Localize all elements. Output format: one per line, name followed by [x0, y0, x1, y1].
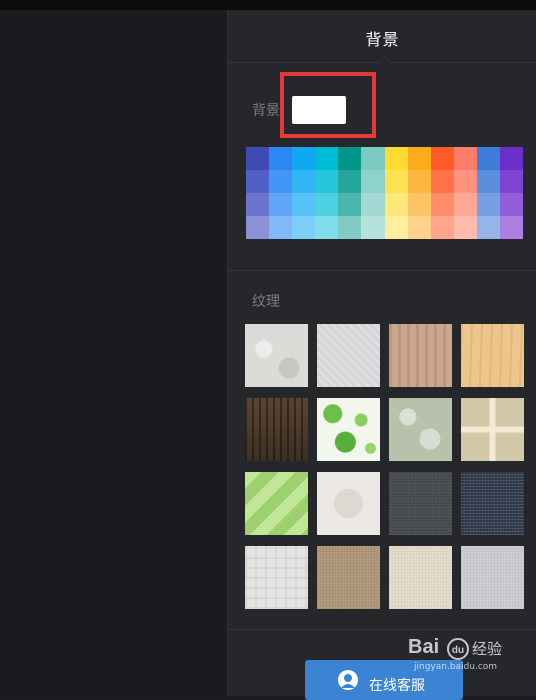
palette-color-r1-c7[interactable]	[384, 147, 408, 170]
palette-color-r3-c9[interactable]	[430, 193, 454, 216]
palette-color-r1-c5[interactable]	[338, 147, 362, 170]
white-stone-texture[interactable]	[245, 324, 308, 387]
palette-color-r2-c1[interactable]	[246, 170, 270, 193]
palette-color-r1-c12[interactable]	[499, 147, 523, 170]
palette-color-r4-c11[interactable]	[476, 216, 500, 239]
palette-color-r2-c4[interactable]	[315, 170, 339, 193]
background-label: 背景	[252, 103, 280, 119]
palette-color-r4-c3[interactable]	[292, 216, 316, 239]
user-icon	[337, 669, 359, 691]
palette-color-r1-c11[interactable]	[476, 147, 500, 170]
palette-color-r2-c9[interactable]	[430, 170, 454, 193]
palette-color-r3-c7[interactable]	[384, 193, 408, 216]
palette-color-r4-c6[interactable]	[361, 216, 385, 239]
baidu-jingyan-watermark: Bai du 经验 jingyan.baidu.com	[408, 636, 536, 676]
palette-color-r2-c6[interactable]	[361, 170, 385, 193]
palette-color-r1-c2[interactable]	[269, 147, 293, 170]
palette-color-r1-c3[interactable]	[292, 147, 316, 170]
baidu-paw-icon: du	[447, 638, 469, 660]
palette-color-r4-c1[interactable]	[246, 216, 270, 239]
palette-color-r4-c2[interactable]	[269, 216, 293, 239]
background-settings-panel: 背景 背景 纹理 在线客服 Bai du 经验 jingyan.baidu.co…	[227, 10, 536, 700]
dark-wood-texture[interactable]	[245, 398, 308, 461]
maple-wood-texture[interactable]	[461, 324, 524, 387]
watermark-brand-suffix: du	[452, 645, 464, 656]
palette-color-r1-c6[interactable]	[361, 147, 385, 170]
light-gray-linen-texture[interactable]	[461, 546, 524, 609]
palette-color-r1-c9[interactable]	[430, 147, 454, 170]
online-service-label: 在线客服	[369, 678, 425, 694]
light-oak-wood-texture[interactable]	[389, 324, 452, 387]
palette-color-r2-c2[interactable]	[269, 170, 293, 193]
palette-color-r3-c1[interactable]	[246, 193, 270, 216]
watermark-brand-left: Bai	[408, 636, 440, 658]
palette-color-r3-c8[interactable]	[407, 193, 431, 216]
palette-color-r4-c10[interactable]	[453, 216, 477, 239]
palette-color-r1-c10[interactable]	[453, 147, 477, 170]
palette-color-r2-c7[interactable]	[384, 170, 408, 193]
panel-title: 背景	[365, 30, 400, 49]
palette-color-r4-c8[interactable]	[407, 216, 431, 239]
watermark-brand-right: 经验	[472, 640, 503, 658]
palette-color-r4-c7[interactable]	[384, 216, 408, 239]
background-color-swatch[interactable]	[292, 96, 346, 124]
palette-color-r3-c12[interactable]	[499, 193, 523, 216]
dark-gray-fabric-texture[interactable]	[389, 472, 452, 535]
texture-grid	[245, 324, 524, 609]
lime-green-pattern-texture[interactable]	[245, 472, 308, 535]
palette-color-r3-c3[interactable]	[292, 193, 316, 216]
beige-brick-texture[interactable]	[461, 398, 524, 461]
green-dots-texture[interactable]	[317, 398, 380, 461]
header-caret-icon	[379, 56, 391, 63]
color-palette	[246, 147, 523, 239]
white-emboss-texture[interactable]	[317, 472, 380, 535]
navy-knit-texture[interactable]	[461, 472, 524, 535]
section-divider	[228, 270, 536, 271]
palette-color-r2-c5[interactable]	[338, 170, 362, 193]
palette-color-r3-c6[interactable]	[361, 193, 385, 216]
palette-color-r4-c4[interactable]	[315, 216, 339, 239]
palette-color-r1-c1[interactable]	[246, 147, 270, 170]
burlap-texture[interactable]	[317, 546, 380, 609]
white-linen-check-texture[interactable]	[245, 546, 308, 609]
palette-color-r3-c4[interactable]	[315, 193, 339, 216]
section-divider-bottom	[228, 629, 536, 630]
palette-color-r2-c10[interactable]	[453, 170, 477, 193]
palette-color-r4-c9[interactable]	[430, 216, 454, 239]
watermark-url: jingyan.baidu.com	[414, 662, 498, 672]
palette-color-r2-c12[interactable]	[499, 170, 523, 193]
palette-color-r3-c2[interactable]	[269, 193, 293, 216]
palette-color-r1-c8[interactable]	[407, 147, 431, 170]
palette-color-r3-c5[interactable]	[338, 193, 362, 216]
palette-color-r3-c10[interactable]	[453, 193, 477, 216]
palette-color-r1-c4[interactable]	[315, 147, 339, 170]
top-bar	[0, 0, 536, 10]
light-gray-paper-texture[interactable]	[317, 324, 380, 387]
canvas-area	[0, 10, 227, 696]
palette-color-r3-c11[interactable]	[476, 193, 500, 216]
palette-color-r2-c3[interactable]	[292, 170, 316, 193]
sage-leaf-pattern-texture[interactable]	[389, 398, 452, 461]
palette-color-r4-c12[interactable]	[499, 216, 523, 239]
palette-color-r4-c5[interactable]	[338, 216, 362, 239]
palette-color-r2-c8[interactable]	[407, 170, 431, 193]
palette-color-r2-c11[interactable]	[476, 170, 500, 193]
texture-label: 纹理	[252, 294, 280, 310]
cream-canvas-texture[interactable]	[389, 546, 452, 609]
